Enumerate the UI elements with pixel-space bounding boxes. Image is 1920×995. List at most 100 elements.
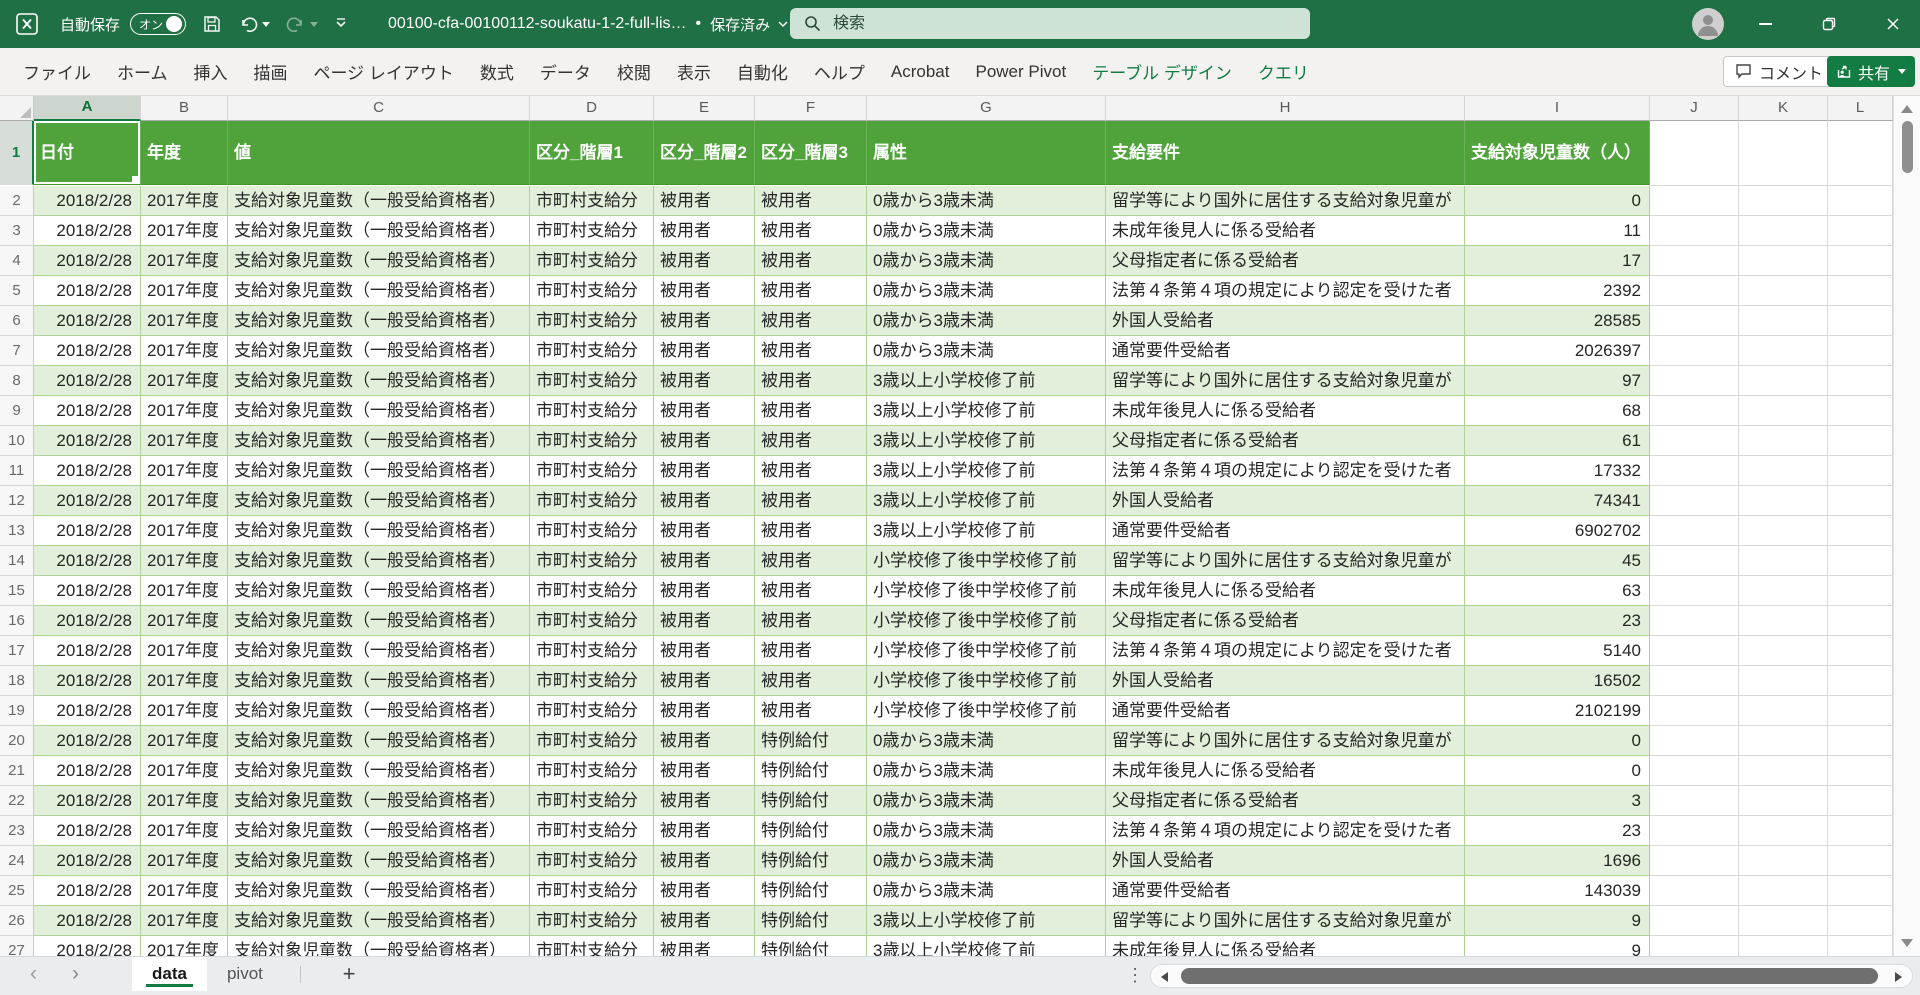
quick-access-toolbar-chevron[interactable] [334, 17, 348, 31]
cell-B26[interactable]: 2017年度 [141, 906, 228, 936]
cell-F5[interactable]: 被用者 [755, 276, 867, 306]
cell-F25[interactable]: 特例給付 [755, 876, 867, 906]
cell-I7[interactable]: 2026397 [1465, 336, 1650, 366]
cell-I4[interactable]: 17 [1465, 246, 1650, 276]
cell-J27[interactable] [1650, 936, 1739, 956]
cell-D22[interactable]: 市町村支給分 [530, 786, 654, 816]
cell-B25[interactable]: 2017年度 [141, 876, 228, 906]
cell-G16[interactable]: 小学校修了後中学校修了前 [867, 606, 1106, 636]
cell-G4[interactable]: 0歳から3歳未満 [867, 246, 1106, 276]
ribbon-tab-10[interactable]: 自動化 [724, 48, 801, 95]
cell-D19[interactable]: 市町村支給分 [530, 696, 654, 726]
cell-I24[interactable]: 1696 [1465, 846, 1650, 876]
cell-C9[interactable]: 支給対象児童数（一般受給資格者） [228, 396, 530, 426]
row-header-16[interactable]: 16 [0, 606, 34, 636]
cell-B13[interactable]: 2017年度 [141, 516, 228, 546]
cell-E22[interactable]: 被用者 [654, 786, 755, 816]
cell-D4[interactable]: 市町村支給分 [530, 246, 654, 276]
cell-J4[interactable] [1650, 246, 1739, 276]
cell-G18[interactable]: 小学校修了後中学校修了前 [867, 666, 1106, 696]
cell-A23[interactable]: 2018/2/28 [34, 816, 141, 846]
cell-E14[interactable]: 被用者 [654, 546, 755, 576]
cell-I25[interactable]: 143039 [1465, 876, 1650, 906]
cell-B3[interactable]: 2017年度 [141, 216, 228, 246]
cell-C10[interactable]: 支給対象児童数（一般受給資格者） [228, 426, 530, 456]
row-header-4[interactable]: 4 [0, 246, 34, 276]
ribbon-tab-5[interactable]: ページ レイアウト [301, 48, 467, 95]
cell-F9[interactable]: 被用者 [755, 396, 867, 426]
cell-D13[interactable]: 市町村支給分 [530, 516, 654, 546]
ribbon-contextual-tab-2[interactable]: クエリ [1245, 48, 1322, 95]
cell-H16[interactable]: 父母指定者に係る受給者 [1106, 606, 1465, 636]
cell-J16[interactable] [1650, 606, 1739, 636]
cell-J22[interactable] [1650, 786, 1739, 816]
cell-B18[interactable]: 2017年度 [141, 666, 228, 696]
cell-D23[interactable]: 市町村支給分 [530, 816, 654, 846]
cell-A25[interactable]: 2018/2/28 [34, 876, 141, 906]
cell-F24[interactable]: 特例給付 [755, 846, 867, 876]
cell-H9[interactable]: 未成年後見人に係る受給者 [1106, 396, 1465, 426]
restore-button[interactable] [1806, 0, 1852, 48]
cell-F18[interactable]: 被用者 [755, 666, 867, 696]
cell-D8[interactable]: 市町村支給分 [530, 366, 654, 396]
cell-G13[interactable]: 3歳以上小学校修了前 [867, 516, 1106, 546]
cell-E19[interactable]: 被用者 [654, 696, 755, 726]
cell-K20[interactable] [1739, 726, 1828, 756]
cell-C15[interactable]: 支給対象児童数（一般受給資格者） [228, 576, 530, 606]
cell-L18[interactable] [1828, 666, 1893, 696]
search-bar[interactable] [790, 8, 1310, 39]
cell-L13[interactable] [1828, 516, 1893, 546]
cell-A27[interactable]: 2018/2/28 [34, 936, 141, 956]
add-sheet-button[interactable]: + [332, 957, 366, 991]
cell-H14[interactable]: 留学等により国外に居住する支給対象児童が [1106, 546, 1465, 576]
cell-G7[interactable]: 0歳から3歳未満 [867, 336, 1106, 366]
cell-L23[interactable] [1828, 816, 1893, 846]
saved-status[interactable]: 保存済み [710, 14, 789, 35]
cell-G12[interactable]: 3歳以上小学校修了前 [867, 486, 1106, 516]
column-header-I[interactable]: I [1465, 96, 1650, 121]
cell-H17[interactable]: 法第４条第４項の規定により認定を受けた者 [1106, 636, 1465, 666]
ribbon-tab-8[interactable]: 校閲 [604, 48, 664, 95]
row-header-23[interactable]: 23 [0, 816, 34, 846]
cell-B12[interactable]: 2017年度 [141, 486, 228, 516]
cell-L14[interactable] [1828, 546, 1893, 576]
cell-D1[interactable]: 区分_階層1 [530, 121, 654, 185]
cell-F16[interactable]: 被用者 [755, 606, 867, 636]
cell-G23[interactable]: 0歳から3歳未満 [867, 816, 1106, 846]
scroll-right-arrow[interactable] [1895, 972, 1902, 982]
share-button[interactable]: 共有 [1826, 56, 1915, 87]
cell-H12[interactable]: 外国人受給者 [1106, 486, 1465, 516]
cell-E2[interactable]: 被用者 [654, 186, 755, 216]
redo-button[interactable] [286, 14, 319, 34]
cell-K17[interactable] [1739, 636, 1828, 666]
cell-E12[interactable]: 被用者 [654, 486, 755, 516]
cell-A22[interactable]: 2018/2/28 [34, 786, 141, 816]
cell-H21[interactable]: 未成年後見人に係る受給者 [1106, 756, 1465, 786]
select-all-corner[interactable] [0, 96, 34, 121]
cell-I5[interactable]: 2392 [1465, 276, 1650, 306]
cell-B2[interactable]: 2017年度 [141, 186, 228, 216]
cell-G11[interactable]: 3歳以上小学校修了前 [867, 456, 1106, 486]
cell-F26[interactable]: 特例給付 [755, 906, 867, 936]
cell-C17[interactable]: 支給対象児童数（一般受給資格者） [228, 636, 530, 666]
cell-K22[interactable] [1739, 786, 1828, 816]
cell-F27[interactable]: 特例給付 [755, 936, 867, 956]
cell-J13[interactable] [1650, 516, 1739, 546]
cell-K21[interactable] [1739, 756, 1828, 786]
cell-B6[interactable]: 2017年度 [141, 306, 228, 336]
cell-E20[interactable]: 被用者 [654, 726, 755, 756]
cell-B5[interactable]: 2017年度 [141, 276, 228, 306]
cell-L1[interactable] [1827, 121, 1893, 186]
cell-F6[interactable]: 被用者 [755, 306, 867, 336]
cell-H1[interactable]: 支給要件 [1106, 121, 1465, 185]
cell-H6[interactable]: 外国人受給者 [1106, 306, 1465, 336]
cell-I18[interactable]: 16502 [1465, 666, 1650, 696]
cell-F4[interactable]: 被用者 [755, 246, 867, 276]
cell-K25[interactable] [1739, 876, 1828, 906]
cell-L11[interactable] [1828, 456, 1893, 486]
cell-H25[interactable]: 通常要件受給者 [1106, 876, 1465, 906]
cell-A10[interactable]: 2018/2/28 [34, 426, 141, 456]
scroll-down-arrow[interactable] [1901, 939, 1913, 947]
cell-L6[interactable] [1828, 306, 1893, 336]
ribbon-tab-13[interactable]: Power Pivot [962, 48, 1079, 95]
